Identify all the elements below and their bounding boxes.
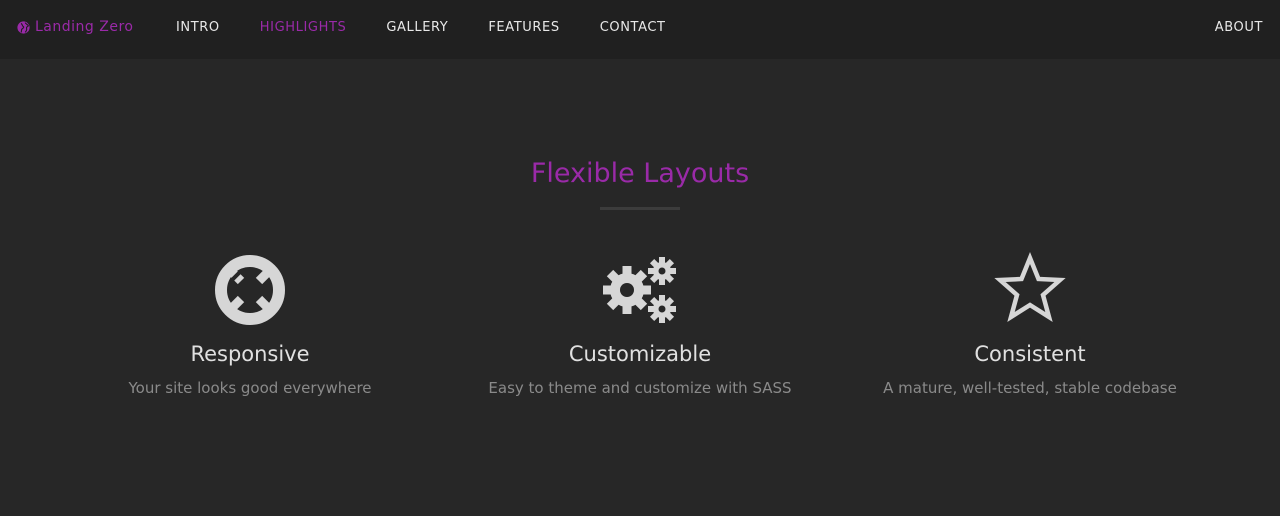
gears-icon — [603, 257, 676, 323]
feature-title: Consistent — [974, 342, 1086, 366]
feature-description: A mature, well-tested, stable codebase — [883, 379, 1177, 397]
nav-link-intro[interactable]: INTRO — [176, 20, 220, 35]
feature-description: Your site looks good everywhere — [128, 379, 372, 397]
nav-link-about[interactable]: ABOUT — [1215, 20, 1263, 35]
life-ring-icon — [215, 255, 285, 325]
brand-link[interactable]: Landing Zero — [17, 19, 133, 35]
feature-description: Easy to theme and customize with SASS — [488, 379, 792, 397]
globe-icon — [17, 20, 30, 34]
section-title: Flexible Layouts — [530, 158, 750, 189]
nav-links: INTRO HIGHLIGHTS GALLERY FEATURES CONTAC… — [176, 20, 706, 35]
feature-title: Customizable — [568, 342, 712, 366]
nav-link-highlights[interactable]: HIGHLIGHTS — [260, 20, 347, 35]
feature-title: Responsive — [190, 342, 310, 366]
feature-responsive: Responsive Your site looks good everywhe… — [55, 250, 445, 398]
title-divider — [600, 207, 680, 210]
nav-link-features[interactable]: FEATURES — [488, 20, 559, 35]
nav-link-contact[interactable]: CONTACT — [600, 20, 666, 35]
feature-consistent: Consistent A mature, well-tested, stable… — [835, 250, 1225, 398]
top-navbar: Landing Zero INTRO HIGHLIGHTS GALLERY FE… — [0, 0, 1280, 59]
brand-label: Landing Zero — [35, 19, 134, 35]
star-icon — [994, 252, 1066, 322]
feature-customizable: Customizable Easy to theme and customize… — [445, 250, 835, 398]
nav-link-gallery[interactable]: GALLERY — [386, 20, 448, 35]
